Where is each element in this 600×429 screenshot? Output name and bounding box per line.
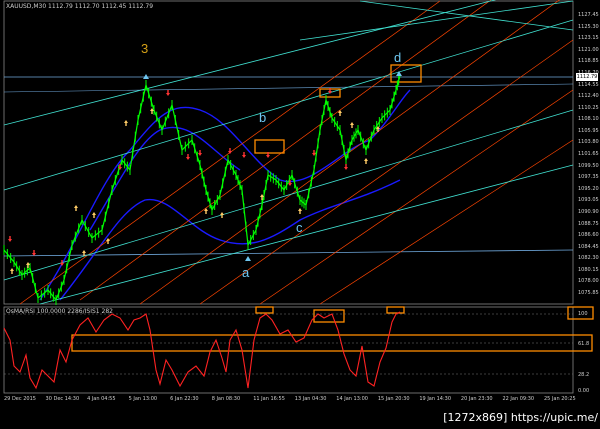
price-axis-label: 1125.30 xyxy=(578,23,599,30)
wave-label-c: c xyxy=(296,220,303,235)
time-axis-label: 19 Jan 14:30 xyxy=(419,396,452,402)
time-axis-label: 20 Jan 23:30 xyxy=(460,396,493,402)
price-axis-label: 1105.95 xyxy=(578,127,599,134)
price-axis-label: 1090.90 xyxy=(578,208,599,215)
support-level-line xyxy=(3,249,574,257)
chart-window: XAUUSD,M30 1112.79 1112.70 1112.45 1112.… xyxy=(0,0,600,429)
fractal-up-arrow xyxy=(364,158,368,164)
fractal-down-arrow xyxy=(344,164,348,170)
fractal-down-arrow xyxy=(32,250,36,256)
time-axis-label: 30 Dec 14:30 xyxy=(45,396,80,402)
time-axis-label: 8 Jan 08:30 xyxy=(211,396,241,402)
price-axis-label: 1088.75 xyxy=(578,220,599,227)
wave-label-3: 3 xyxy=(141,41,149,56)
price-axis-label: 1097.35 xyxy=(578,174,599,181)
cyan-trendlines xyxy=(3,0,574,305)
fractal-down-arrow xyxy=(8,236,12,242)
highlight-boxes xyxy=(71,64,594,352)
oscillator-axis-label: 28.2 xyxy=(578,372,590,378)
time-axis-label: 25 Jan 20:25 xyxy=(544,396,576,402)
price-axis-label: 1118.85 xyxy=(578,58,599,65)
fractal-up-arrow xyxy=(26,262,30,268)
fractal-up-arrow xyxy=(10,268,14,274)
oscillator-series xyxy=(3,311,401,390)
time-axis-label: 5 Jan 13:00 xyxy=(128,396,158,402)
oscillator-axis-label: 100 xyxy=(578,311,588,317)
time-axis-label: 11 Jan 16:55 xyxy=(253,396,285,402)
price-axis-label: 1080.15 xyxy=(578,266,599,273)
chart-canvas xyxy=(3,0,594,394)
price-axis-label: 1108.10 xyxy=(578,116,599,123)
time-axis-label: 14 Jan 13:00 xyxy=(336,396,368,402)
time-axis-label: 22 Jan 09:30 xyxy=(502,396,535,402)
oscillator-levels xyxy=(4,313,573,375)
wave-label-a: a xyxy=(242,265,250,280)
fractal-up-arrow xyxy=(92,212,97,218)
price-axis-label: 1086.60 xyxy=(578,232,599,239)
main-pane-border xyxy=(3,0,574,305)
price-axis-label: 1095.20 xyxy=(578,185,599,192)
fractal-down-arrow xyxy=(242,152,246,158)
fractal-arrows xyxy=(8,88,380,274)
time-axis-label: 6 Jan 22:30 xyxy=(170,396,199,402)
watermark: [1272x869] https://upic.me/ xyxy=(443,411,598,424)
oscillator-axis-label: 0.00 xyxy=(578,388,590,394)
mid-level-line xyxy=(3,83,574,93)
fractal-down-arrow xyxy=(312,150,316,156)
price-axis-label: 1114.55 xyxy=(578,81,599,88)
fractal-up-arrow xyxy=(298,208,302,214)
fractal-down-arrow xyxy=(166,90,170,96)
fractal-up-arrow xyxy=(220,212,224,218)
price-axis-label: 1110.25 xyxy=(578,104,599,111)
price-axis-label: 1101.65 xyxy=(578,151,599,157)
time-axis-label: 4 Jan 04:55 xyxy=(87,396,116,402)
price-axis-label: 1078.00 xyxy=(578,278,599,285)
indicator-header: OsMA/RSI 100.0000 2286/ISIS1 282 xyxy=(6,308,113,315)
fractal-down-arrow xyxy=(198,150,202,156)
fractal-up-arrow xyxy=(350,122,354,128)
fractal-up-arrow xyxy=(124,120,128,126)
orange-channel xyxy=(19,0,574,305)
fractal-up-arrow xyxy=(106,238,111,244)
time-axis-label: 13 Jan 04:30 xyxy=(294,396,327,402)
price-axis-label: 1121.00 xyxy=(578,46,599,53)
price-axis-label: 1075.85 xyxy=(578,290,599,296)
current-price-badge: 1112.79 xyxy=(576,73,598,81)
wave-label-d: d xyxy=(394,50,402,65)
oscillator-line xyxy=(3,311,401,390)
time-axis-label: 15 Jan 20:30 xyxy=(377,396,410,402)
price-axis-label: 1099.50 xyxy=(578,162,599,169)
price-axis-label: 1082.30 xyxy=(578,255,599,262)
price-axis-label: 1084.45 xyxy=(578,243,599,250)
fractal-up-arrow xyxy=(74,205,79,211)
time-axis-label: 29 Dec 2015 xyxy=(4,396,36,402)
fractal-down-arrow xyxy=(186,154,190,160)
price-axis-label: 1112.40 xyxy=(578,93,599,100)
price-axis-label: 1093.05 xyxy=(578,197,599,204)
price-axis-label: 1127.45 xyxy=(578,12,599,18)
oscillator-axis-label: 61.8 xyxy=(578,341,590,347)
chart-header: XAUUSD,M30 1112.79 1112.70 1112.45 1112.… xyxy=(6,3,154,10)
wave-label-b: b xyxy=(259,110,267,125)
price-axis-label: 1103.80 xyxy=(578,139,599,146)
pivot-markers xyxy=(143,71,402,261)
price-axis-label: 1123.15 xyxy=(578,35,599,42)
